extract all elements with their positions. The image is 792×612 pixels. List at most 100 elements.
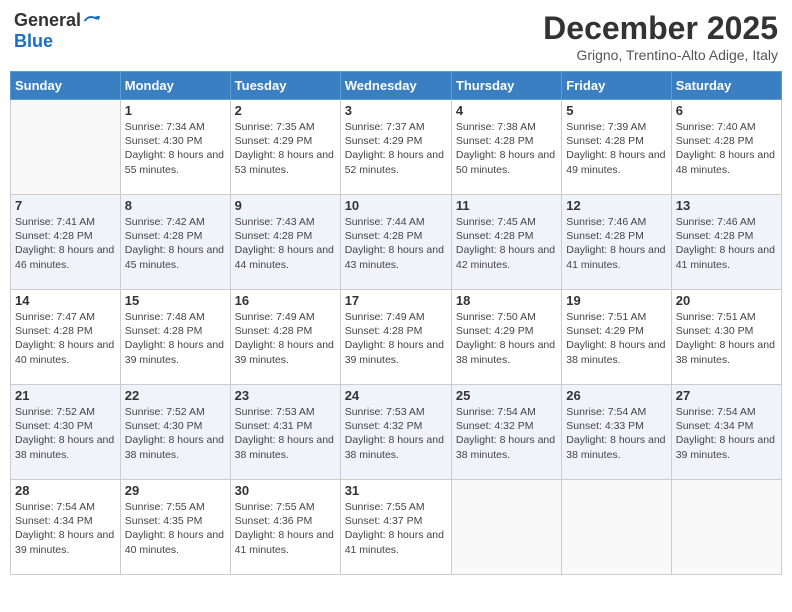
logo: General Blue bbox=[14, 10, 101, 52]
day-number: 10 bbox=[345, 198, 447, 213]
day-number: 2 bbox=[235, 103, 336, 118]
weekday-header-monday: Monday bbox=[120, 72, 230, 100]
day-number: 28 bbox=[15, 483, 116, 498]
day-number: 7 bbox=[15, 198, 116, 213]
day-info: Sunrise: 7:42 AMSunset: 4:28 PMDaylight:… bbox=[125, 215, 226, 272]
title-block: December 2025 Grigno, Trentino-Alto Adig… bbox=[543, 10, 778, 63]
logo-icon bbox=[83, 12, 101, 30]
calendar-cell: 18 Sunrise: 7:50 AMSunset: 4:29 PMDayligh… bbox=[451, 290, 561, 385]
day-number: 26 bbox=[566, 388, 666, 403]
calendar-cell bbox=[562, 480, 671, 575]
day-number: 25 bbox=[456, 388, 557, 403]
day-number: 22 bbox=[125, 388, 226, 403]
day-number: 31 bbox=[345, 483, 447, 498]
calendar-cell: 27Sunrise: 7:54 AMSunset: 4:34 PMDayligh… bbox=[671, 385, 781, 480]
calendar-cell: 29Sunrise: 7:55 AMSunset: 4:35 PMDayligh… bbox=[120, 480, 230, 575]
calendar-cell: 9 Sunrise: 7:43 AMSunset: 4:28 PMDaylight… bbox=[230, 195, 340, 290]
day-number: 21 bbox=[15, 388, 116, 403]
day-info: Sunrise: 7:45 AMSunset: 4:28 PMDaylight:… bbox=[456, 215, 557, 272]
calendar-cell: 11 Sunrise: 7:45 AMSunset: 4:28 PMDayligh… bbox=[451, 195, 561, 290]
day-number: 20 bbox=[676, 293, 777, 308]
day-number: 4 bbox=[456, 103, 557, 118]
day-number: 11 bbox=[456, 198, 557, 213]
day-info: Sunrise: 7:49 AMSunset: 4:28 PMDaylight:… bbox=[235, 310, 336, 367]
day-number: 17 bbox=[345, 293, 447, 308]
calendar-cell: 12 Sunrise: 7:46 AMSunset: 4:28 PMDayligh… bbox=[562, 195, 671, 290]
day-info: Sunrise: 7:50 AMSunset: 4:29 PMDaylight:… bbox=[456, 310, 557, 367]
day-info: Sunrise: 7:46 AMSunset: 4:28 PMDaylight:… bbox=[566, 215, 666, 272]
day-info: Sunrise: 7:41 AMSunset: 4:28 PMDaylight:… bbox=[15, 215, 116, 272]
day-info: Sunrise: 7:55 AMSunset: 4:37 PMDaylight:… bbox=[345, 500, 447, 557]
day-info: Sunrise: 7:34 AMSunset: 4:30 PMDaylight:… bbox=[125, 120, 226, 177]
calendar-cell: 6 Sunrise: 7:40 AMSunset: 4:28 PMDaylight… bbox=[671, 100, 781, 195]
day-info: Sunrise: 7:54 AMSunset: 4:34 PMDaylight:… bbox=[676, 405, 777, 462]
day-info: Sunrise: 7:53 AMSunset: 4:31 PMDaylight:… bbox=[235, 405, 336, 462]
calendar-cell: 22 Sunrise: 7:52 AMSunset: 4:30 PMDayligh… bbox=[120, 385, 230, 480]
calendar-cell: 28 Sunrise: 7:54 AMSunset: 4:34 PMDayligh… bbox=[11, 480, 121, 575]
month-title: December 2025 bbox=[543, 10, 778, 47]
page-header: General Blue December 2025 Grigno, Trent… bbox=[10, 10, 782, 63]
day-info: Sunrise: 7:51 AMSunset: 4:30 PMDaylight:… bbox=[676, 310, 777, 367]
day-number: 15 bbox=[125, 293, 226, 308]
weekday-header-friday: Friday bbox=[562, 72, 671, 100]
calendar-cell bbox=[11, 100, 121, 195]
calendar-cell: 16 Sunrise: 7:49 AMSunset: 4:28 PMDayligh… bbox=[230, 290, 340, 385]
calendar-cell: 5 Sunrise: 7:39 AMSunset: 4:28 PMDaylight… bbox=[562, 100, 671, 195]
calendar-cell: 7 Sunrise: 7:41 AMSunset: 4:28 PMDaylight… bbox=[11, 195, 121, 290]
day-info: Sunrise: 7:55 AMSunset: 4:36 PMDaylight:… bbox=[235, 500, 336, 557]
day-number: 18 bbox=[456, 293, 557, 308]
calendar-cell: 19Sunrise: 7:51 AMSunset: 4:29 PMDayligh… bbox=[562, 290, 671, 385]
day-number: 9 bbox=[235, 198, 336, 213]
day-info: Sunrise: 7:35 AMSunset: 4:29 PMDaylight:… bbox=[235, 120, 336, 177]
calendar-cell: 3 Sunrise: 7:37 AMSunset: 4:29 PMDaylight… bbox=[340, 100, 451, 195]
day-number: 3 bbox=[345, 103, 447, 118]
day-info: Sunrise: 7:48 AMSunset: 4:28 PMDaylight:… bbox=[125, 310, 226, 367]
day-info: Sunrise: 7:47 AMSunset: 4:28 PMDaylight:… bbox=[15, 310, 116, 367]
logo-general: General bbox=[14, 10, 81, 31]
calendar-cell: 25 Sunrise: 7:54 AMSunset: 4:32 PMDayligh… bbox=[451, 385, 561, 480]
calendar-cell: 23Sunrise: 7:53 AMSunset: 4:31 PMDayligh… bbox=[230, 385, 340, 480]
day-info: Sunrise: 7:39 AMSunset: 4:28 PMDaylight:… bbox=[566, 120, 666, 177]
calendar-cell: 17 Sunrise: 7:49 AMSunset: 4:28 PMDayligh… bbox=[340, 290, 451, 385]
calendar-cell: 4 Sunrise: 7:38 AMSunset: 4:28 PMDaylight… bbox=[451, 100, 561, 195]
logo-blue: Blue bbox=[14, 31, 53, 52]
day-number: 14 bbox=[15, 293, 116, 308]
day-number: 30 bbox=[235, 483, 336, 498]
day-info: Sunrise: 7:43 AMSunset: 4:28 PMDaylight:… bbox=[235, 215, 336, 272]
calendar-cell: 10 Sunrise: 7:44 AMSunset: 4:28 PMDayligh… bbox=[340, 195, 451, 290]
calendar-cell bbox=[671, 480, 781, 575]
day-number: 16 bbox=[235, 293, 336, 308]
calendar-cell: 2 Sunrise: 7:35 AMSunset: 4:29 PMDaylight… bbox=[230, 100, 340, 195]
day-info: Sunrise: 7:44 AMSunset: 4:28 PMDaylight:… bbox=[345, 215, 447, 272]
calendar-cell: 13Sunrise: 7:46 AMSunset: 4:28 PMDayligh… bbox=[671, 195, 781, 290]
day-number: 12 bbox=[566, 198, 666, 213]
calendar-cell: 15 Sunrise: 7:48 AMSunset: 4:28 PMDayligh… bbox=[120, 290, 230, 385]
day-info: Sunrise: 7:54 AMSunset: 4:32 PMDaylight:… bbox=[456, 405, 557, 462]
weekday-header-saturday: Saturday bbox=[671, 72, 781, 100]
weekday-header-thursday: Thursday bbox=[451, 72, 561, 100]
calendar-table: SundayMondayTuesdayWednesdayThursdayFrid… bbox=[10, 71, 782, 575]
day-number: 5 bbox=[566, 103, 666, 118]
calendar-cell bbox=[451, 480, 561, 575]
day-info: Sunrise: 7:37 AMSunset: 4:29 PMDaylight:… bbox=[345, 120, 447, 177]
day-number: 13 bbox=[676, 198, 777, 213]
calendar-cell: 14 Sunrise: 7:47 AMSunset: 4:28 PMDayligh… bbox=[11, 290, 121, 385]
calendar-cell: 1Sunrise: 7:34 AMSunset: 4:30 PMDaylight… bbox=[120, 100, 230, 195]
day-info: Sunrise: 7:40 AMSunset: 4:28 PMDaylight:… bbox=[676, 120, 777, 177]
day-info: Sunrise: 7:53 AMSunset: 4:32 PMDaylight:… bbox=[345, 405, 447, 462]
day-info: Sunrise: 7:52 AMSunset: 4:30 PMDaylight:… bbox=[125, 405, 226, 462]
day-info: Sunrise: 7:54 AMSunset: 4:33 PMDaylight:… bbox=[566, 405, 666, 462]
day-number: 24 bbox=[345, 388, 447, 403]
day-info: Sunrise: 7:38 AMSunset: 4:28 PMDaylight:… bbox=[456, 120, 557, 177]
day-number: 29 bbox=[125, 483, 226, 498]
weekday-header-sunday: Sunday bbox=[11, 72, 121, 100]
calendar-cell: 30 Sunrise: 7:55 AMSunset: 4:36 PMDayligh… bbox=[230, 480, 340, 575]
day-number: 19 bbox=[566, 293, 666, 308]
day-info: Sunrise: 7:49 AMSunset: 4:28 PMDaylight:… bbox=[345, 310, 447, 367]
day-number: 6 bbox=[676, 103, 777, 118]
weekday-header-wednesday: Wednesday bbox=[340, 72, 451, 100]
location-title: Grigno, Trentino-Alto Adige, Italy bbox=[543, 47, 778, 63]
day-info: Sunrise: 7:54 AMSunset: 4:34 PMDaylight:… bbox=[15, 500, 116, 557]
weekday-header-tuesday: Tuesday bbox=[230, 72, 340, 100]
day-number: 8 bbox=[125, 198, 226, 213]
